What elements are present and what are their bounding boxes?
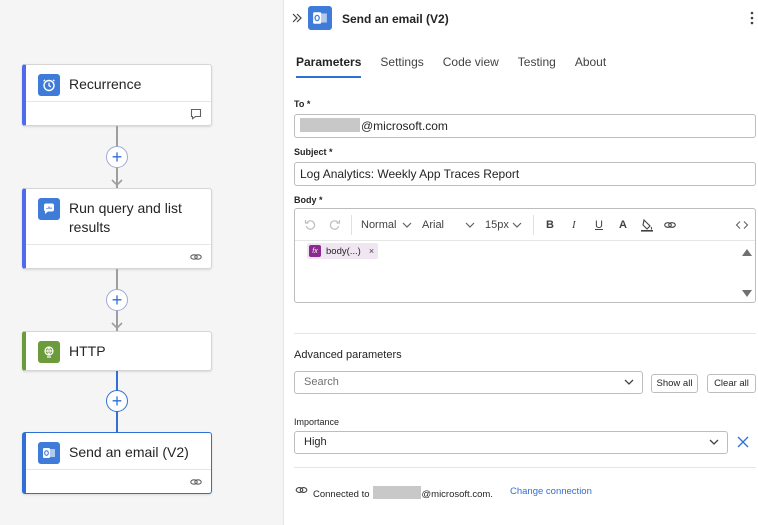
undo-icon[interactable]: [304, 218, 317, 231]
remove-parameter-icon[interactable]: [736, 435, 750, 449]
body-label: Body *: [294, 195, 323, 205]
collapse-panel-icon[interactable]: [290, 11, 304, 25]
importance-label: Importance: [294, 417, 340, 427]
font-size-select[interactable]: 15px: [485, 219, 509, 231]
toolbar-separator: [533, 215, 534, 235]
connection-account: @microsoft.com.: [421, 489, 493, 500]
outlook-icon: [38, 442, 60, 464]
connection-icon: [295, 487, 308, 493]
redacted-text: [372, 486, 421, 499]
advanced-parameters-title: Advanced parameters: [294, 349, 402, 361]
panel-tabs: Parameters Settings Code view Testing Ab…: [296, 55, 625, 78]
scroll-up-arrow[interactable]: [742, 249, 752, 256]
subject-label: Subject *: [294, 147, 333, 157]
font-family-select[interactable]: Arial: [422, 219, 444, 231]
outlook-icon: [308, 6, 332, 30]
clock-icon: [38, 74, 60, 96]
arrow-down-icon: [111, 179, 123, 187]
token-label: body(...): [326, 245, 361, 257]
connection-status: Connected to @microsoft.com.: [313, 486, 493, 500]
designer-canvas[interactable]: Recurrence + Run query and list results …: [0, 0, 283, 525]
chevron-down-icon: [512, 222, 522, 228]
paragraph-style-select[interactable]: Normal: [361, 219, 396, 231]
action-details-panel: Send an email (V2) Parameters Settings C…: [284, 0, 758, 525]
redacted-text: [300, 118, 360, 132]
toolbar-separator: [351, 215, 352, 235]
run-query-card[interactable]: Run query and list results: [22, 188, 212, 269]
tab-testing[interactable]: Testing: [518, 55, 556, 78]
recurrence-card[interactable]: Recurrence: [22, 64, 212, 126]
section-divider: [294, 467, 756, 468]
globe-icon: [38, 341, 60, 363]
panel-title[interactable]: Send an email (V2): [342, 12, 449, 26]
add-step-button[interactable]: +: [106, 146, 128, 168]
font-color-button[interactable]: A: [619, 219, 627, 231]
section-divider: [294, 333, 756, 334]
tab-code-view[interactable]: Code view: [443, 55, 499, 78]
to-label: To *: [294, 99, 311, 109]
subject-field[interactable]: Log Analytics: Weekly App Traces Report: [294, 162, 756, 186]
to-value: @microsoft.com: [361, 119, 448, 133]
scroll-down-arrow[interactable]: [742, 290, 752, 297]
add-step-button[interactable]: +: [106, 289, 128, 311]
send-email-card[interactable]: Send an email (V2): [22, 432, 212, 494]
tab-settings[interactable]: Settings: [380, 55, 423, 78]
importance-value: High: [304, 436, 327, 448]
send-email-title: Send an email (V2): [69, 444, 189, 460]
search-placeholder: Search: [304, 376, 339, 388]
expression-token[interactable]: fx body(...) ×: [307, 243, 379, 259]
http-title: HTTP: [69, 343, 106, 359]
chevron-down-icon: [624, 379, 634, 385]
function-icon: fx: [309, 245, 321, 257]
clear-all-button[interactable]: Clear all: [707, 374, 756, 393]
link-icon[interactable]: [663, 218, 677, 232]
bold-button[interactable]: B: [546, 219, 554, 231]
http-card[interactable]: HTTP: [22, 331, 212, 371]
code-view-icon[interactable]: [735, 218, 749, 232]
add-step-button[interactable]: +: [106, 390, 128, 412]
more-options-icon[interactable]: [750, 10, 754, 26]
italic-button[interactable]: I: [572, 219, 576, 231]
comment-icon[interactable]: [189, 107, 203, 121]
editor-toolbar: Normal Arial 15px B I U A: [295, 209, 755, 241]
redo-icon[interactable]: [328, 218, 341, 231]
change-connection-link[interactable]: Change connection: [510, 486, 592, 497]
chevron-down-icon: [402, 222, 412, 228]
arrow-down-icon: [111, 322, 123, 330]
connection-prefix: Connected to: [313, 489, 370, 500]
importance-select[interactable]: High: [294, 431, 728, 454]
chevron-down-icon: [465, 222, 475, 228]
highlight-color-icon[interactable]: [640, 218, 654, 232]
underline-button[interactable]: U: [595, 219, 603, 231]
link-icon: [190, 254, 202, 260]
tab-about[interactable]: About: [575, 55, 606, 78]
link-icon: [190, 479, 202, 485]
tab-parameters[interactable]: Parameters: [296, 55, 362, 78]
run-query-title: Run query and list results: [69, 200, 182, 235]
to-field[interactable]: @microsoft.com: [294, 114, 756, 138]
advanced-parameters-search[interactable]: Search: [294, 371, 643, 394]
recurrence-title: Recurrence: [69, 76, 142, 92]
log-analytics-icon: [38, 198, 60, 220]
show-all-button[interactable]: Show all: [651, 374, 698, 393]
remove-token-button[interactable]: ×: [369, 246, 374, 256]
body-editor[interactable]: Normal Arial 15px B I U A fx body(...) ×: [294, 208, 756, 303]
chevron-down-icon: [709, 439, 719, 445]
